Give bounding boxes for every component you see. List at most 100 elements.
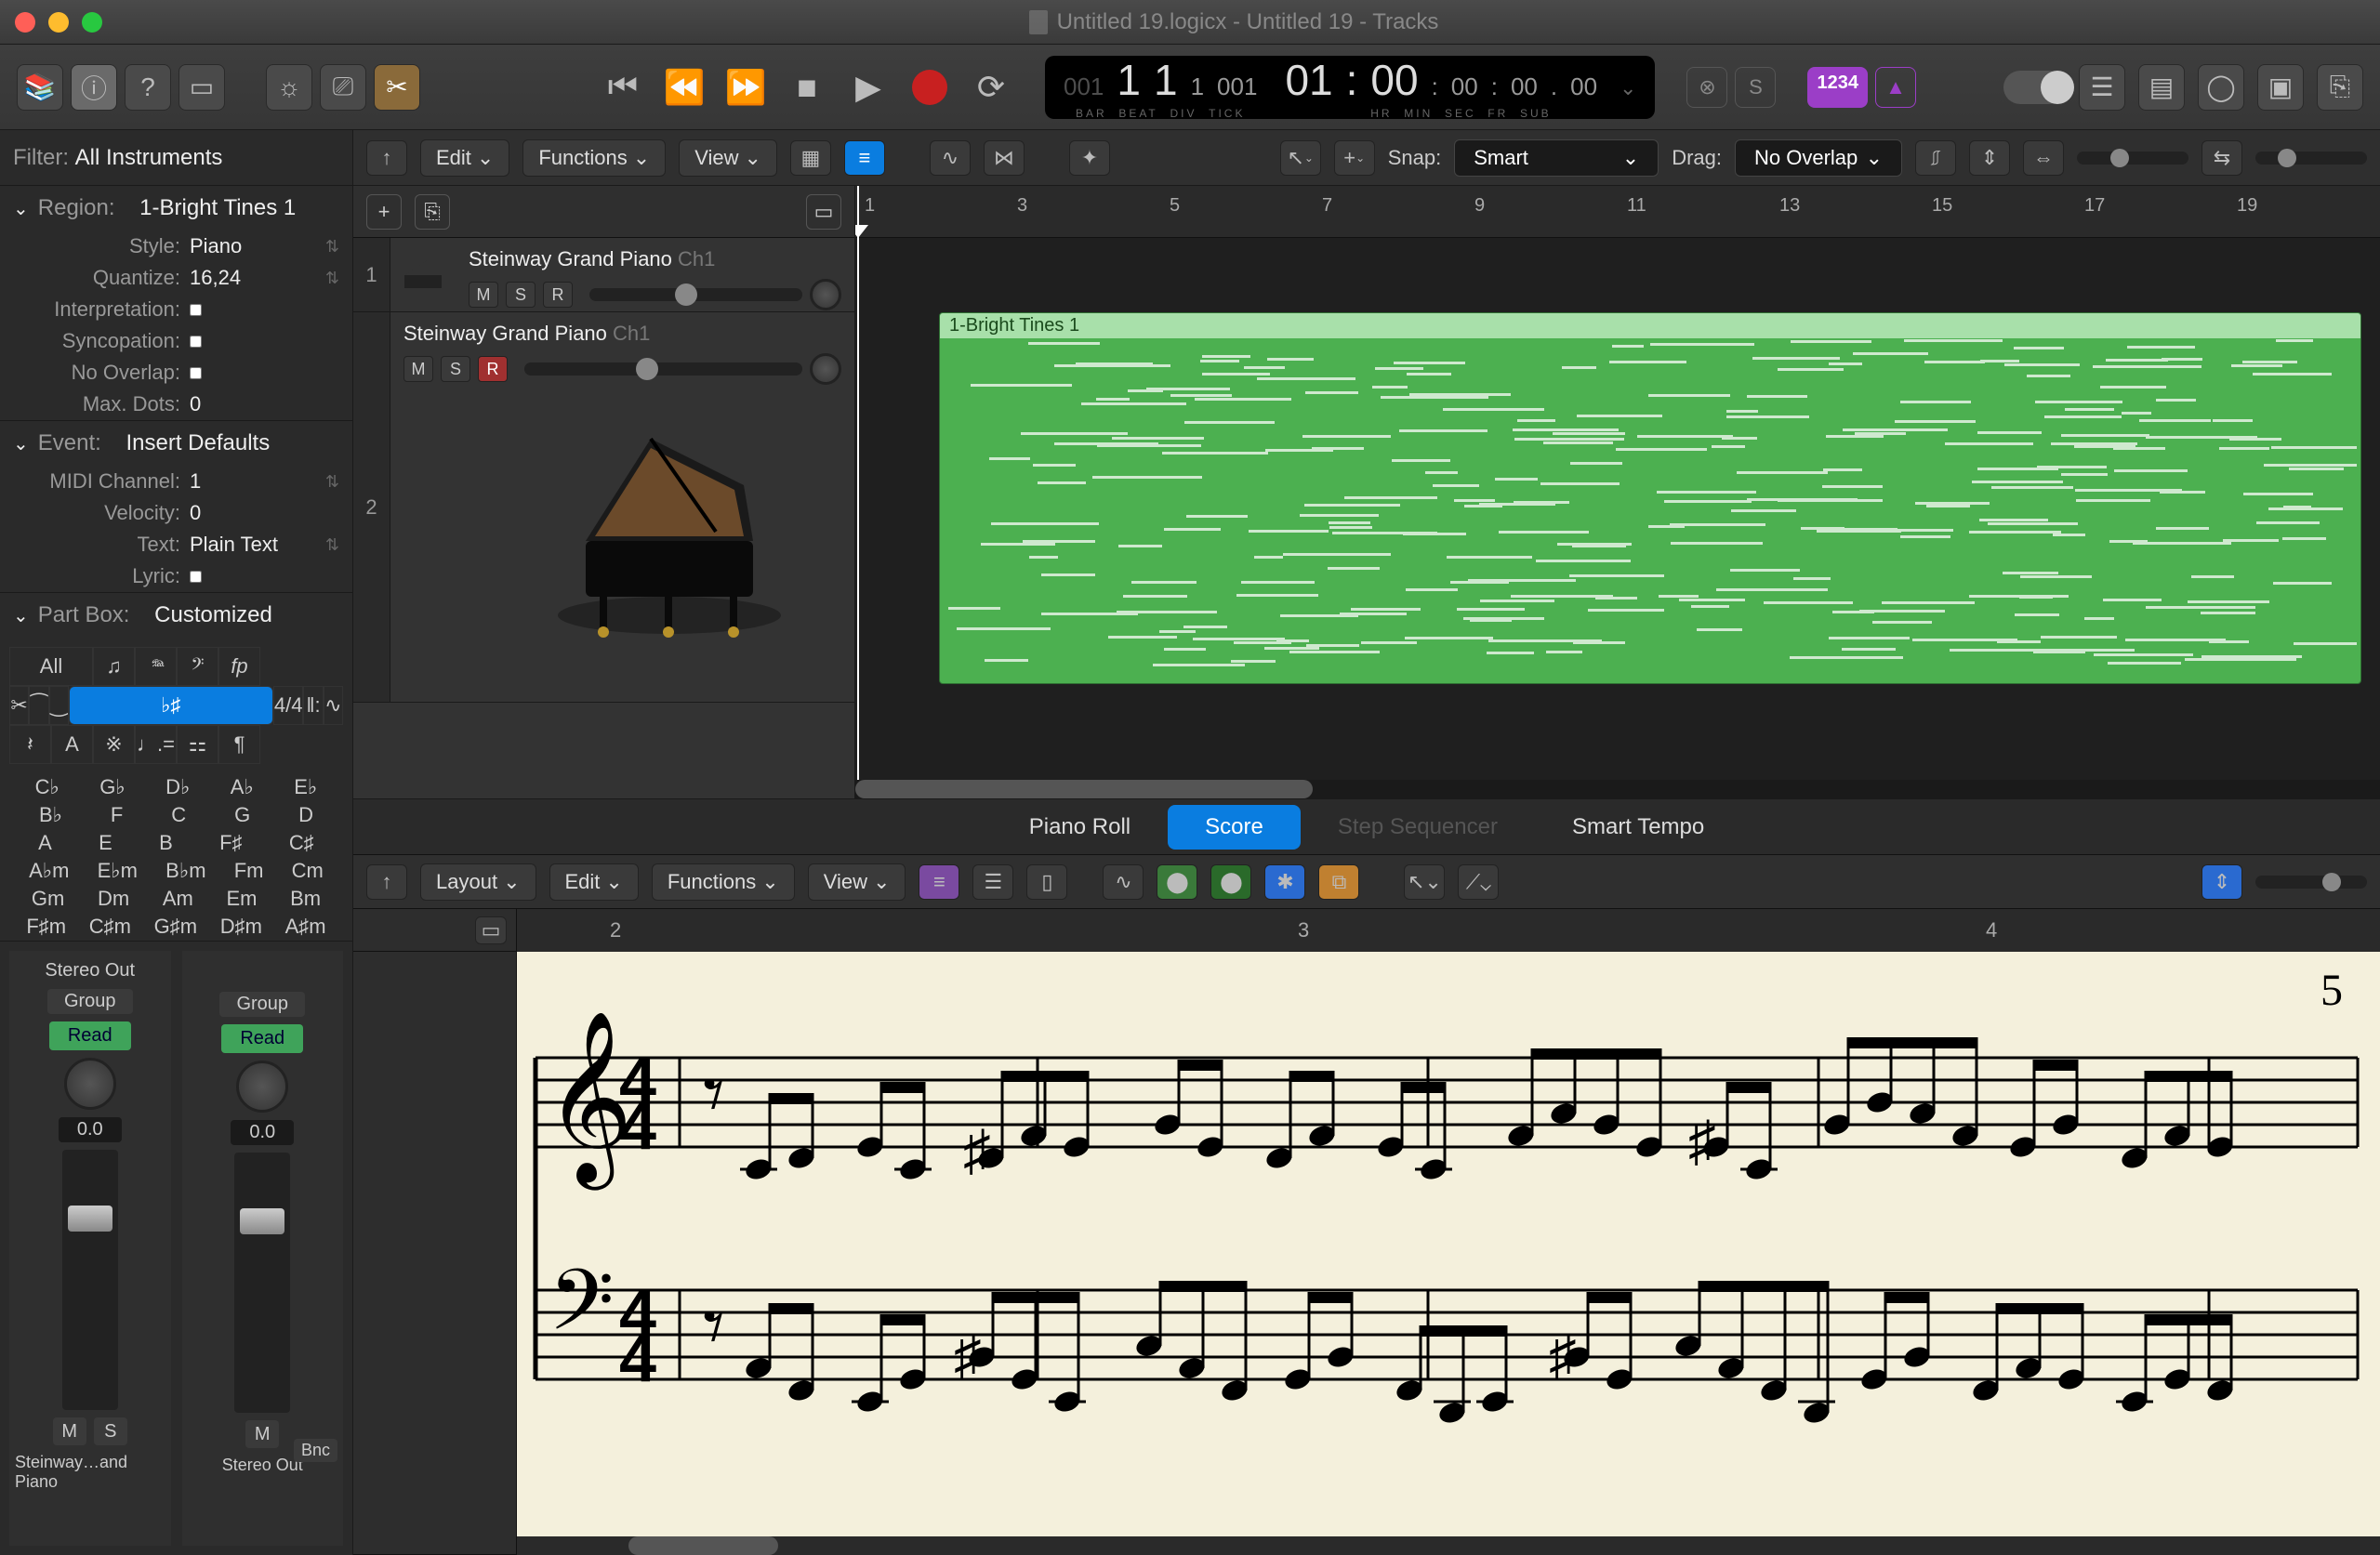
no-overlap-checkbox[interactable] — [190, 367, 202, 379]
ch1-group[interactable]: Group — [47, 989, 133, 1014]
ch2-mute[interactable]: M — [245, 1420, 279, 1448]
track-2-volume[interactable] — [524, 362, 802, 376]
count-in-badge[interactable]: 1234 — [1807, 67, 1868, 108]
partbox-accidentals-icon[interactable]: ♭♯ — [69, 686, 273, 725]
rewind-button[interactable]: ⏪ — [662, 65, 707, 110]
midi-region[interactable]: 1-Bright Tines 1 — [939, 312, 2361, 684]
track-1-pan[interactable] — [810, 279, 841, 310]
key-cell[interactable]: A — [38, 831, 52, 855]
partbox-dynamics-icon[interactable]: fp — [218, 647, 260, 686]
partbox-rest-icon[interactable]: 𝄽 — [9, 725, 51, 764]
track-1-rec[interactable]: R — [543, 282, 573, 308]
key-cell[interactable]: D♭ — [165, 775, 190, 799]
score-layout-tool[interactable]: ⟋⌄ — [1458, 864, 1499, 900]
tab-score[interactable]: Score — [1168, 805, 1301, 850]
score-view[interactable]: 2345 5 𝄞𝄢4444𝄾𝄾♯♯♯♯ — [517, 909, 2380, 1555]
solo-mode-button[interactable]: S — [1735, 67, 1776, 108]
page-view-button[interactable]: ▯ — [1026, 864, 1067, 900]
partbox-all[interactable]: All — [9, 647, 93, 686]
key-cell[interactable]: C♯m — [89, 915, 131, 939]
key-cell[interactable]: Gm — [32, 887, 64, 911]
key-cell[interactable]: A♭ — [231, 775, 254, 799]
key-cell[interactable]: B♭ — [39, 803, 62, 827]
replace-mode-button[interactable]: ⊗ — [1686, 67, 1727, 108]
no-overlap-row[interactable]: No Overlap: — [0, 357, 352, 389]
partbox-text-icon[interactable]: A — [51, 725, 93, 764]
score-scrollbar[interactable] — [517, 1536, 2380, 1555]
key-cell[interactable]: E♭ — [294, 775, 317, 799]
record-button[interactable] — [907, 65, 952, 110]
browser-button[interactable]: ⎘ — [2317, 64, 2363, 111]
key-cell[interactable]: D — [298, 803, 313, 827]
velocity-row[interactable]: Velocity:0 — [0, 497, 352, 529]
partbox-trill-icon[interactable]: ∿ — [324, 686, 343, 725]
partbox-section-header[interactable]: ⌄Part Box: Customized — [0, 593, 352, 638]
key-cell[interactable]: B — [159, 831, 173, 855]
key-cell[interactable]: A♯m — [285, 915, 326, 939]
key-cell[interactable]: Fm — [234, 859, 264, 883]
score-edit-menu[interactable]: Edit⌄ — [549, 863, 639, 901]
partbox-dotted-icon[interactable]: ♩.= — [135, 725, 177, 764]
key-cell[interactable]: F♯ — [219, 831, 242, 855]
mixer-button[interactable]: ⎚ — [320, 64, 366, 111]
up-level-button[interactable]: ↑ — [366, 140, 407, 176]
track-header-1[interactable]: 1 Steinway Grand Piano Ch1 M S R — [353, 238, 854, 312]
editors-button[interactable]: ✂︎ — [374, 64, 420, 111]
partbox-paragraph-icon[interactable]: ¶ — [218, 725, 260, 764]
score-automation-button[interactable]: ∿ — [1103, 864, 1144, 900]
key-cell[interactable]: C♭ — [35, 775, 60, 799]
key-cell[interactable]: A♭m — [29, 859, 69, 883]
event-section-header[interactable]: ⌄Event: Insert Defaults — [0, 421, 352, 466]
grid-view-button[interactable]: ▦ — [790, 140, 831, 176]
metronome-button[interactable]: ▲ — [1875, 67, 1916, 108]
score-up-button[interactable]: ↑ — [366, 864, 407, 900]
linear-view-button[interactable]: ≡ — [919, 864, 959, 900]
waveform-zoom-button[interactable]: ⎎ — [1915, 140, 1956, 176]
catch-playhead-button[interactable]: ✱ — [1264, 864, 1305, 900]
zoom-window-button[interactable] — [82, 12, 102, 33]
score-view-menu[interactable]: View⌄ — [808, 863, 906, 901]
max-dots-row[interactable]: Max. Dots:0 — [0, 389, 352, 420]
ch1-pan-knob[interactable] — [64, 1058, 116, 1110]
drag-select[interactable]: No Overlap⌄ — [1735, 139, 1902, 177]
notepad-button[interactable]: ▤ — [2138, 64, 2185, 111]
lyric-checkbox[interactable] — [190, 571, 202, 583]
key-cell[interactable]: Dm — [98, 887, 129, 911]
interpretation-checkbox[interactable] — [190, 304, 202, 316]
media-browser-button[interactable]: ▣ — [2257, 64, 2304, 111]
key-cell[interactable]: E♭m — [98, 859, 138, 883]
ch2-fader[interactable] — [234, 1153, 290, 1413]
midi-transform-button[interactable]: ✦ — [1069, 140, 1110, 176]
tab-smart-tempo[interactable]: Smart Tempo — [1535, 805, 1741, 850]
score-pointer-tool[interactable]: ↖⌄ — [1404, 864, 1445, 900]
toolbar-toggle-button[interactable]: ▭ — [178, 64, 225, 111]
quantize-row[interactable]: Quantize:16,24⇅ — [0, 262, 352, 294]
ch1-solo[interactable]: S — [94, 1417, 127, 1445]
link-button[interactable]: ⧉ — [1318, 864, 1359, 900]
partbox-chord-icon[interactable]: ⚏ — [177, 725, 218, 764]
key-cell[interactable]: Em — [226, 887, 257, 911]
edit-menu[interactable]: Edit⌄ — [420, 139, 509, 177]
functions-menu[interactable]: Functions⌄ — [522, 139, 666, 177]
track-2-pan[interactable] — [810, 353, 841, 385]
track-2-solo[interactable]: S — [441, 356, 470, 382]
key-cell[interactable]: E — [99, 831, 112, 855]
global-tracks-button[interactable]: ▭ — [806, 194, 841, 230]
key-cell[interactable]: G — [234, 803, 250, 827]
vertical-zoom-slider[interactable] — [2077, 152, 2188, 165]
duplicate-track-button[interactable]: ⎘ — [415, 194, 450, 230]
tab-piano-roll[interactable]: Piano Roll — [992, 805, 1168, 850]
partbox-tie-icon[interactable]: ‿ — [49, 686, 69, 725]
play-button[interactable]: ▶ — [846, 65, 891, 110]
lcd-display[interactable]: 001 1 1 1 001 BAR BEAT DIV TICK 01: 00 :… — [1045, 56, 1655, 119]
track-header-2[interactable]: 2 Steinway Grand Piano Ch1 M S R — [353, 312, 854, 703]
ch2-bounce[interactable]: Bnc — [294, 1439, 337, 1462]
list-editors-button[interactable]: ☰ — [2079, 64, 2125, 111]
pencil-tool[interactable]: +⌄ — [1334, 140, 1375, 176]
key-cell[interactable]: F — [111, 803, 123, 827]
loop-browser-button[interactable]: ◯ — [2198, 64, 2244, 111]
score-vert-zoom-button[interactable]: ⇕ — [2202, 864, 2242, 900]
inspector-button[interactable]: ⓘ — [71, 64, 117, 111]
ch2-group[interactable]: Group — [219, 992, 305, 1017]
text-style-row[interactable]: Text:Plain Text⇅ — [0, 529, 352, 560]
